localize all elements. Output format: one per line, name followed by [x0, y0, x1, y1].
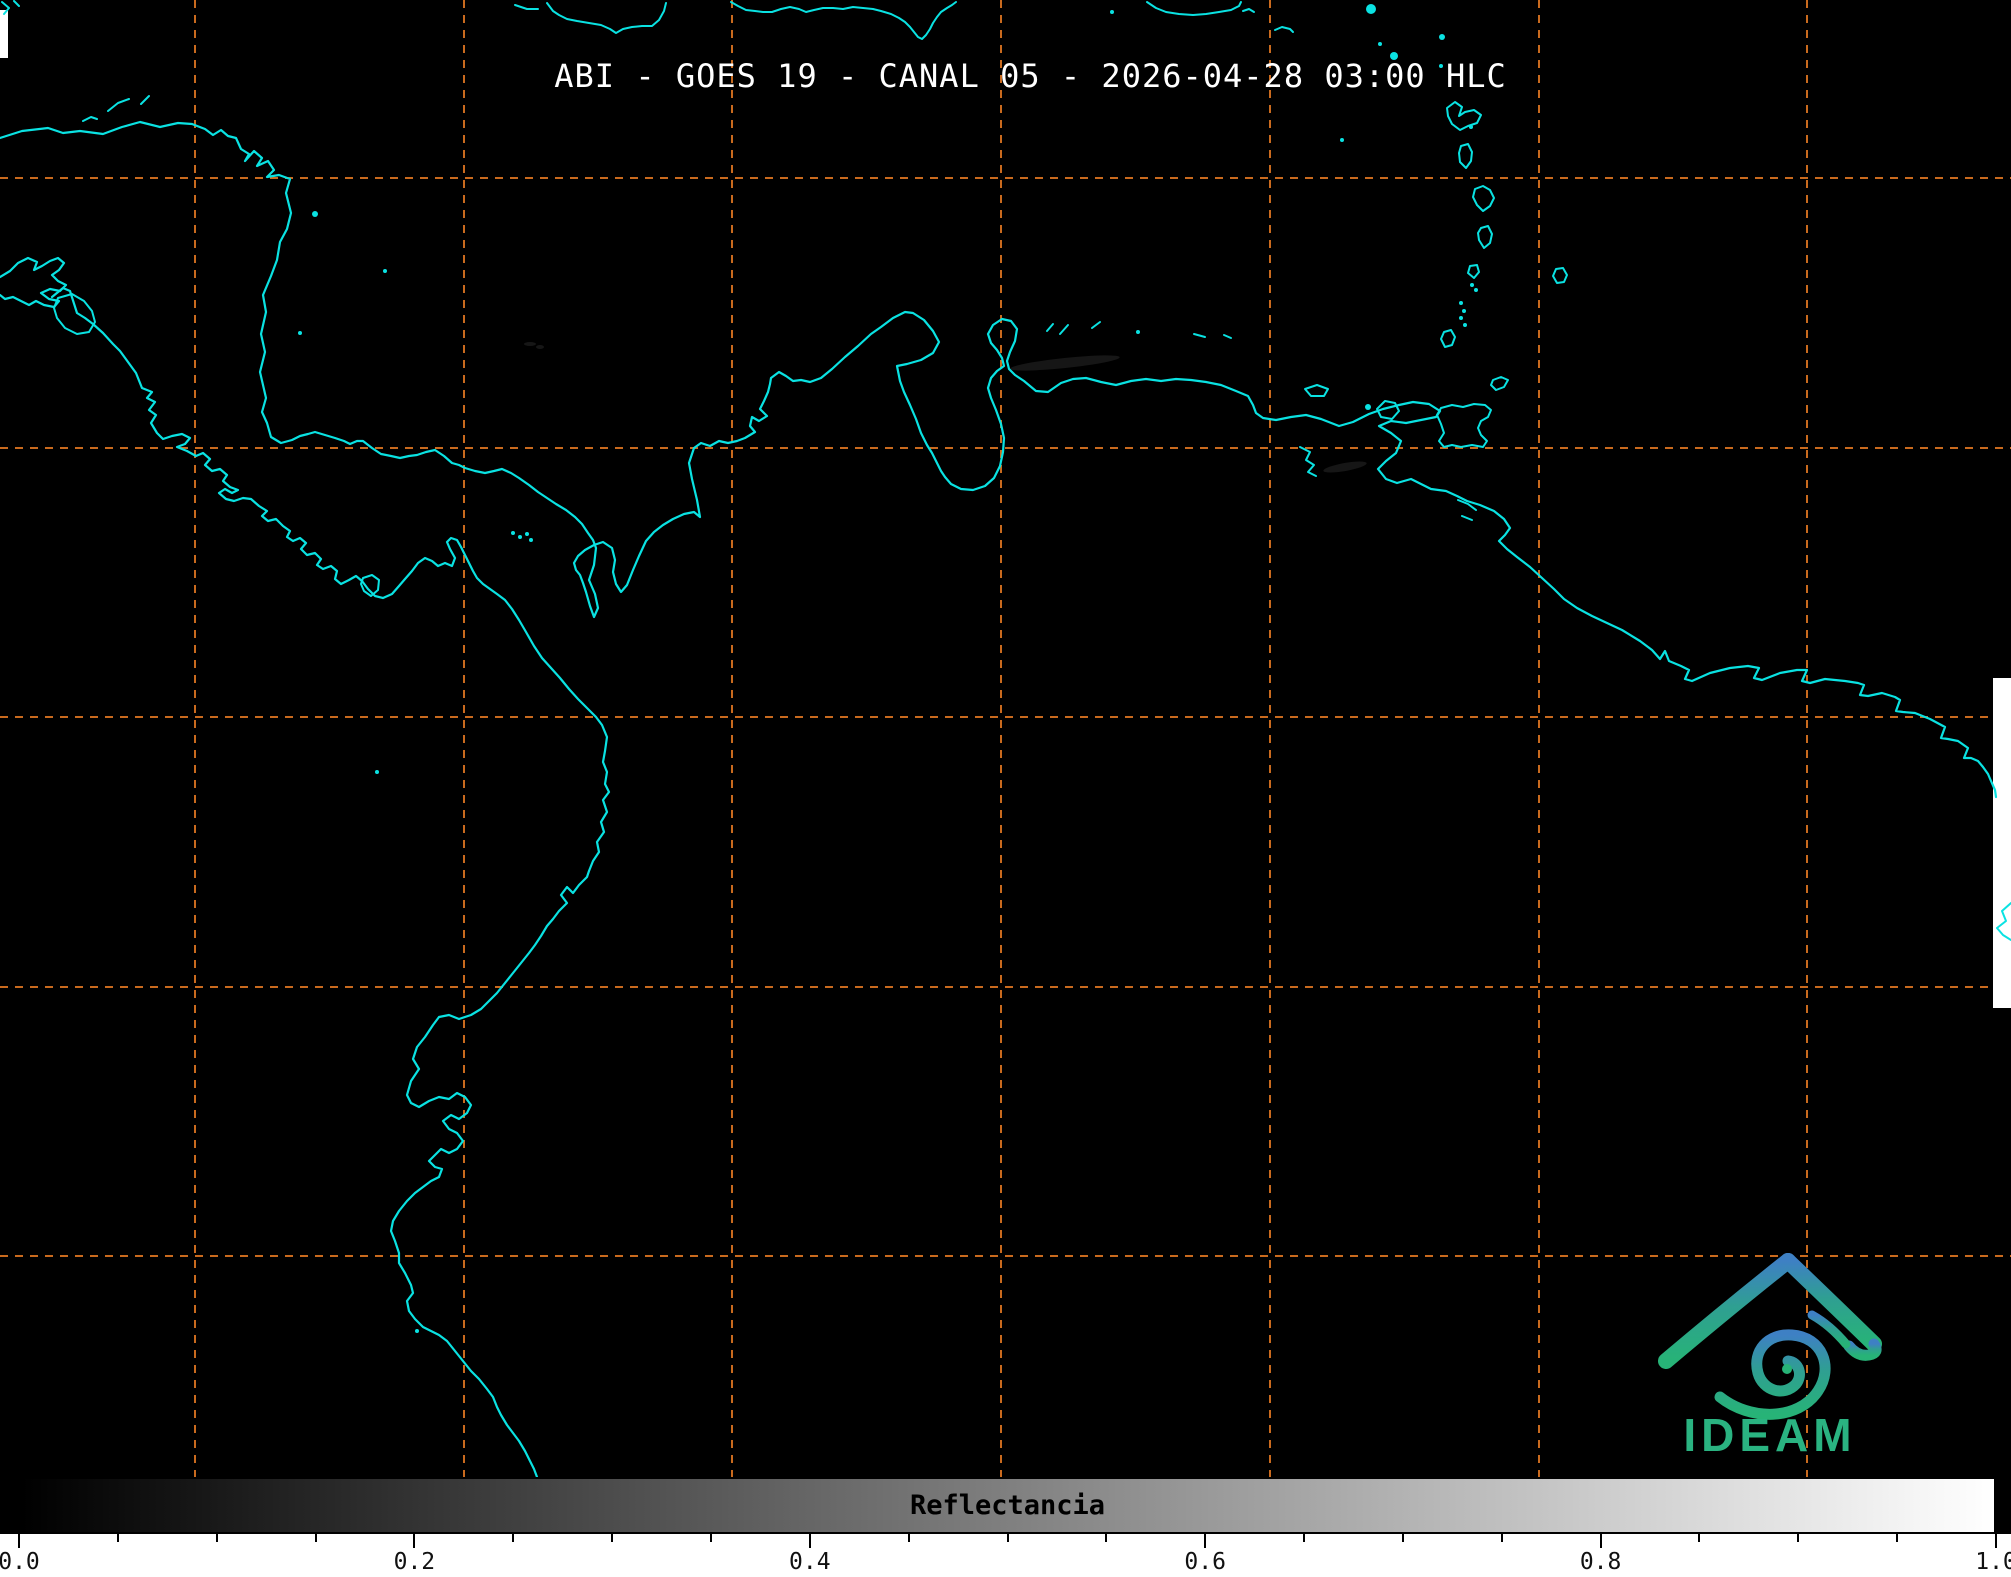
spiral-icon: [1714, 1329, 1831, 1420]
colorbar-tick: [1006, 1534, 1009, 1542]
colorbar-tick-label: 0.8: [1579, 1549, 1622, 1575]
colorbar-tick: [116, 1534, 119, 1542]
islet-dot: [511, 531, 515, 535]
scene-edge-white: [0, 10, 8, 58]
islet-dot: [1439, 34, 1445, 40]
colorbar-tick-label: 0.4: [789, 1549, 831, 1575]
pacific-coast: [0, 256, 611, 1479]
colorbar-tick: [611, 1534, 614, 1542]
faint-cloud: [524, 342, 536, 346]
islet-dot: [1136, 330, 1140, 334]
colorbar-tick-label: 0.2: [393, 1549, 436, 1575]
faint-cloud: [1323, 461, 1367, 473]
barbados: [1552, 267, 1568, 284]
cayman-islet: [514, 4, 539, 10]
la-tortuga: [1304, 384, 1329, 397]
faint-cloud: [536, 345, 544, 349]
islet-dot: [1470, 283, 1474, 287]
islet-dot: [415, 1329, 419, 1333]
martinique: [1472, 185, 1495, 212]
vieques: [1242, 8, 1255, 13]
islet-dot: [1459, 316, 1463, 320]
islet-dot: [1462, 309, 1466, 313]
mountain-icon: [1843, 1338, 1882, 1361]
islet-dot: [1110, 10, 1114, 14]
colorbar-tick: [18, 1534, 20, 1548]
jamaica: [546, 2, 667, 34]
colorbar-tick-label: 0.0: [0, 1549, 40, 1575]
hispaniola-south-coast: [730, 1, 957, 40]
aruba: [1046, 323, 1054, 332]
colorbar-tick: [1303, 1534, 1306, 1542]
islet-dot: [375, 770, 379, 774]
islet-dot: [1366, 4, 1376, 14]
trinidad: [1436, 403, 1492, 448]
islet-dot: [529, 538, 533, 542]
bonaire: [1091, 321, 1101, 329]
colorbar-tick: [1797, 1534, 1800, 1542]
colorbar-tick: [709, 1534, 712, 1542]
islet-dot: [298, 331, 302, 335]
islet-dot: [1340, 138, 1344, 142]
coiba: [360, 574, 380, 597]
islet-dot: [383, 269, 387, 273]
ne-venezuela-inlets: [1299, 446, 1317, 477]
islet-dot: [1378, 42, 1382, 46]
colorbar-tick: [1105, 1534, 1108, 1542]
colorbar-tick-area: [0, 1534, 2011, 1577]
reflectance-colorbar: Reflectancia: [19, 1477, 1996, 1534]
colorbar-tick: [907, 1534, 910, 1542]
islet-dot: [1474, 288, 1478, 292]
islet-dot: [1459, 301, 1463, 305]
st-vincent: [1467, 264, 1480, 279]
colorbar-tick: [1698, 1534, 1701, 1542]
islet-dot: [1463, 323, 1467, 327]
scene-edge-white: [1993, 678, 2011, 1008]
colorbar-tick: [215, 1534, 218, 1542]
grenada: [1440, 329, 1456, 348]
top-left-fragment: [1, 0, 20, 15]
colorbar-tick: [1896, 1534, 1899, 1542]
satellite-image-viewport: ABI - GOES 19 - CANAL 05 - 2026-04-28 03…: [0, 0, 2011, 1577]
islet-dot: [518, 535, 522, 539]
colorbar-tick: [1599, 1534, 1602, 1548]
colorbar-tick: [512, 1534, 515, 1542]
ideam-logo-text: IDEAM: [1683, 1409, 1857, 1461]
colorbar-tick: [1204, 1534, 1207, 1548]
puerto-rico-south-coast: [1146, 1, 1242, 16]
colorbar-tick-label: 1.0: [1975, 1549, 2011, 1575]
islet-dot: [1469, 125, 1473, 129]
islet-dot: [1365, 404, 1371, 410]
lake-nicaragua: [53, 293, 96, 335]
los-roques: [1193, 333, 1232, 339]
colorbar-tick: [1500, 1534, 1503, 1542]
islet-dot: [312, 211, 318, 217]
st-croix: [1274, 26, 1294, 33]
ideam-logo: IDEAM: [1650, 1245, 1890, 1480]
faint-cloud: [1010, 355, 1120, 371]
colorbar-tick-label: 0.6: [1184, 1549, 1226, 1575]
caribbean-mainland-coast: [0, 120, 1998, 799]
image-title: ABI - GOES 19 - CANAL 05 - 2026-04-28 03…: [554, 57, 1507, 95]
colorbar-tick: [808, 1534, 811, 1548]
colorbar-tick: [314, 1534, 317, 1542]
bay-islands: [82, 95, 150, 122]
spiral-eye-icon: [1782, 1364, 1792, 1374]
guadeloupe: [1446, 101, 1482, 131]
colorbar-tick: [1401, 1534, 1404, 1542]
colorbar-tick: [1995, 1534, 1997, 1548]
colorbar-tick: [413, 1534, 416, 1548]
colorbar-title: Reflectancia: [909, 1490, 1106, 1521]
st-lucia: [1477, 225, 1493, 249]
tobago: [1490, 376, 1509, 391]
curacao: [1059, 324, 1069, 335]
dominica: [1458, 143, 1473, 169]
islet-dot: [525, 532, 529, 536]
